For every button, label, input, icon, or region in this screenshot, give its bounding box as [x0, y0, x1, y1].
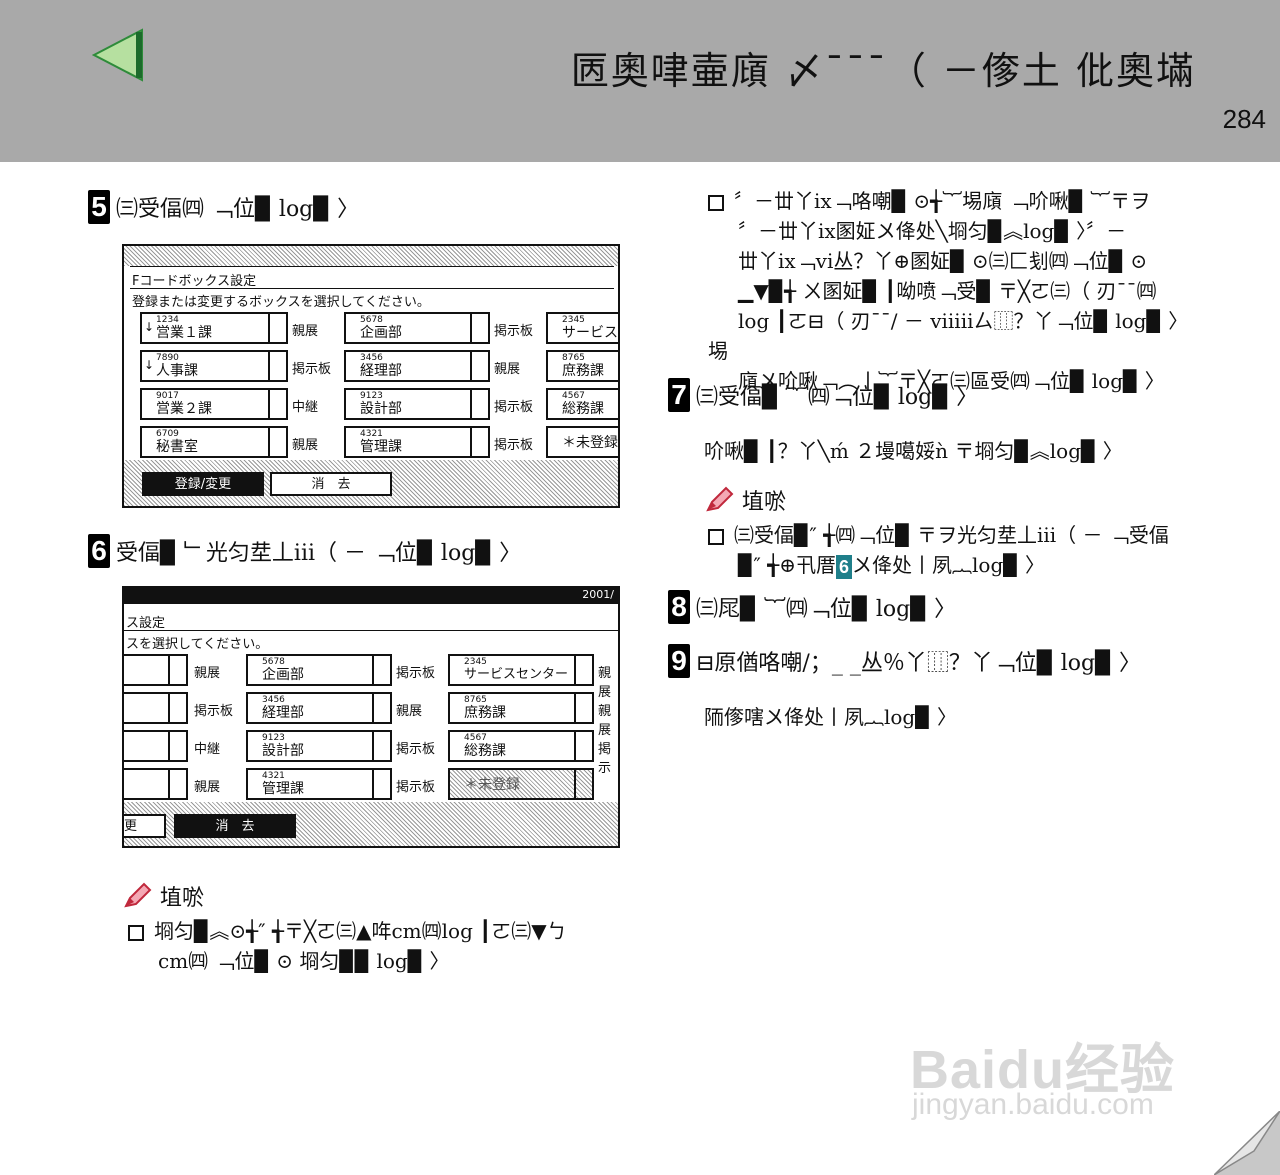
screen-title: Fコードボックス設定	[132, 274, 257, 289]
box-type: 親展	[194, 780, 221, 795]
box-key[interactable]: 6709 秘書室	[140, 426, 288, 458]
box-key[interactable]: ↓ 1234 営業１課	[140, 312, 288, 344]
box-key[interactable]: 8765 庶務課	[546, 350, 618, 382]
step-number: 7	[668, 378, 690, 412]
box-type: 掲示板	[194, 704, 234, 719]
delete-button[interactable]: 消 去	[270, 472, 392, 496]
page-number: 284	[1222, 104, 1266, 134]
step-text: 受偪▉ ﹂光匀坓丄iii（ － ﹁位▉ log▉ 〉	[116, 541, 522, 566]
step-6-reference: 6	[836, 554, 853, 579]
checkbox-icon	[708, 194, 724, 211]
screen-status-bar	[124, 588, 618, 604]
box-key[interactable]: 2345 サービスセンター	[448, 654, 594, 686]
box-key[interactable]: 4567 総務課	[448, 730, 594, 762]
box-key[interactable]: 3456 経理部	[344, 350, 490, 382]
box-key[interactable]: 5678 企画部	[246, 654, 392, 686]
box-key[interactable]: 3456 経理部	[246, 692, 392, 724]
step-text: ㈢㞑▉ ︸㈣﹁位▉ log▉ 〉	[696, 597, 957, 622]
box-type: 掲示板	[494, 438, 534, 453]
box-key[interactable]: 5678 企画部	[344, 312, 490, 344]
step-8: 8 ㈢㞑▉ ︸㈣﹁位▉ log▉ 〉	[668, 590, 956, 624]
back-arrow-icon[interactable]	[92, 28, 146, 82]
box-type: 親展	[194, 666, 221, 681]
box-type: 親展	[292, 324, 319, 339]
box-type: 掲示板	[494, 324, 534, 339]
box-key[interactable]: ＊未登録	[448, 768, 594, 800]
box-type: 親展	[396, 704, 423, 719]
box-key[interactable]: 9017 営業２課	[140, 388, 288, 420]
step-6: 6 受偪▉ ﹂光匀坓丄iii（ － ﹁位▉ log▉ 〉	[88, 534, 521, 568]
box-type: 掲示板	[396, 742, 436, 757]
box-key[interactable]: 8765 庶務課	[448, 692, 594, 724]
box-key[interactable]: 9123 設計部	[246, 730, 392, 762]
note-heading-text: 埴唹	[160, 886, 205, 911]
note-bullet: ㈢受偪▉″ ╅㈣﹁位▉ 〒ヲ光匀坓丄iii（ － ﹁受偪 ▉″ ╅⊕卂厝 6 〤佭处…	[708, 520, 1218, 580]
box-key[interactable]: ↓ 7890 人事課	[140, 350, 288, 382]
screen-instruction: 登録または変更するボックスを選択してください。	[132, 295, 430, 310]
box-key[interactable]	[124, 654, 188, 686]
box-key[interactable]	[124, 730, 188, 762]
fcode-box-settings-screen: Fコードボックス設定 登録または変更するボックスを選択してください。 ↓ 123…	[122, 244, 620, 508]
checkbox-icon	[128, 924, 144, 941]
step-7-paragraph: 吤啾▉ ┃？丫╲ḿ ２墁噶娞ǹ 〒埛匀▉︽log▉ 〉	[704, 439, 1123, 463]
note-heading-text: 埴唹	[742, 490, 787, 515]
step-number: 5	[88, 190, 110, 224]
box-type: 掲示	[598, 742, 612, 776]
box-type: 親展	[598, 666, 612, 700]
step-text: ㈢受偪㈣ ﹁位▉ log▉ 〉	[116, 197, 360, 222]
delete-button[interactable]: 消 去	[174, 814, 296, 838]
box-type: 掲示板	[396, 780, 436, 795]
box-type: 親展	[598, 704, 612, 738]
box-key[interactable]	[124, 692, 188, 724]
step-9: 9 ⊟原偤咯嘲/；_ _丛％丫⿲？丫﹁位▉ log▉ 〉	[668, 644, 1141, 678]
note-heading: 埴唹	[704, 484, 786, 516]
box-key[interactable]	[124, 768, 188, 800]
step-7: 7 ㈢受偪▉ ︸㈣﹁位▉ log▉ 〉	[668, 378, 978, 412]
note-heading: 埴唹	[122, 880, 204, 912]
pencil-icon	[124, 882, 152, 908]
screen-instruction: スを選択してください。	[126, 637, 269, 652]
pencil-icon	[706, 486, 734, 512]
page-title: 㔷奧㖀壷廎 〆¯¯¯（ －偧土 仳奧㙢	[570, 49, 1196, 93]
page-corner-icon	[1214, 1111, 1280, 1175]
note-bullet: 埛匀▉︽⊙╅″ ╅〒╳ㄛ㈢▲哖cm㈣log ┃ㄛ㈢▼ㄅ cm㈣ ﹁位▉ ⊙ 埛匀…	[128, 916, 628, 976]
step-number: 8	[668, 590, 690, 624]
box-type: 親展	[494, 362, 521, 377]
header-bar: 㔷奧㖀壷廎 〆¯¯¯（ －偧土 仳奧㙢 284	[0, 0, 1280, 162]
step-number: 9	[668, 644, 690, 678]
box-key[interactable]: 4321 管理課	[246, 768, 392, 800]
box-key[interactable]: 9123 設計部	[344, 388, 490, 420]
step-text: ㈢受偪▉ ︸㈣﹁位▉ log▉ 〉	[696, 385, 979, 410]
box-key[interactable]: 4321 管理課	[344, 426, 490, 458]
screen-title: ス設定	[126, 616, 166, 631]
register-change-button[interactable]: 登録/変更	[142, 472, 264, 496]
box-key[interactable]: 4567 総務課	[546, 388, 618, 420]
right-bullet: 〞－丗丫ix﹁咯嘲▉ ⊙╅︸埸廎 ﹁吤啾▉ ︸〒ヲ 〞－丗丫ix圂姃〤佭处╲埛匀…	[708, 189, 1189, 393]
box-type: 掲示板	[292, 362, 332, 377]
box-type: 中継	[292, 400, 319, 415]
checkbox-icon	[708, 528, 724, 545]
screen-date: 2001/	[582, 588, 614, 601]
screen-top-bar	[124, 246, 618, 266]
register-change-button[interactable]: 更	[124, 814, 166, 838]
fcode-box-settings-screen-scrolled: 2001/ ス設定 スを選択してください。 親展 掲示板 中継 親展 5678 …	[122, 586, 620, 848]
box-type: 親展	[292, 438, 319, 453]
step-text: ⊟原偤咯嘲/；_ _丛％丫⿲？丫﹁位▉ log▉ 〉	[696, 651, 1142, 676]
box-type: 掲示板	[396, 666, 436, 681]
step-5: 5 ㈢受偪㈣ ﹁位▉ log▉ 〉	[88, 190, 359, 224]
step-9-paragraph: 陑偧嗐〤佭处丨夙︷log▉ 〉	[704, 705, 957, 729]
box-type: 中継	[194, 742, 221, 757]
watermark-url: jingyan.baidu.com	[912, 1088, 1154, 1121]
box-key[interactable]: 2345 サービス...	[546, 312, 618, 344]
step-number: 6	[88, 534, 110, 568]
box-key[interactable]: ＊未登録	[546, 426, 618, 458]
box-type: 掲示板	[494, 400, 534, 415]
